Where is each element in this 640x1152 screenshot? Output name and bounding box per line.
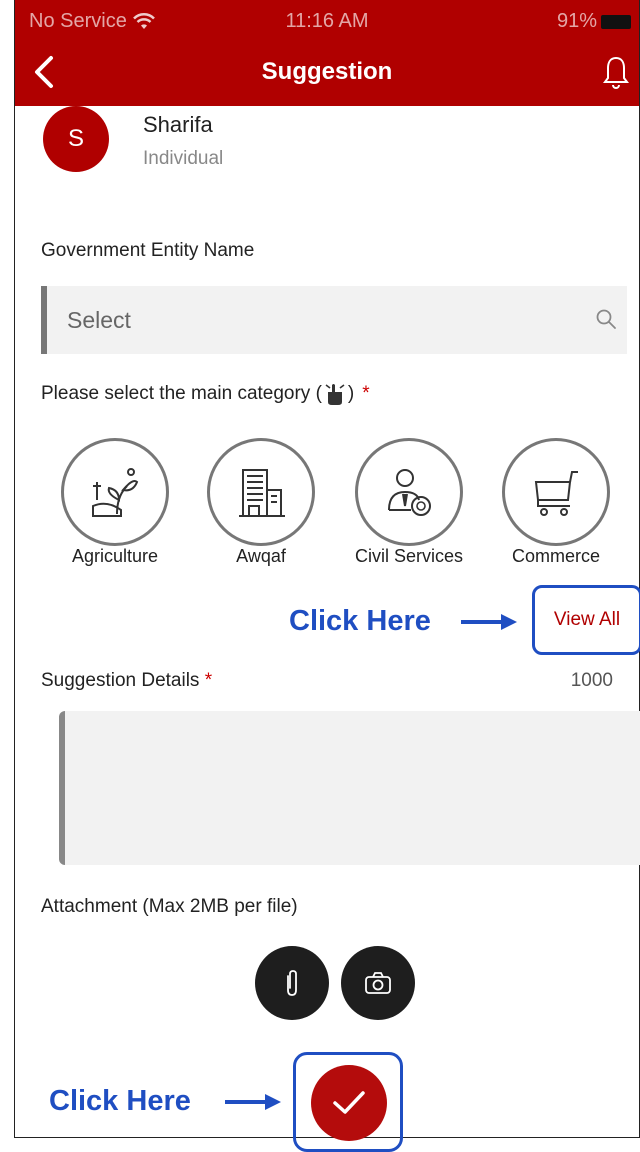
civil-servant-icon bbox=[388, 469, 431, 516]
category-required-mark: * bbox=[362, 383, 370, 404]
paperclip-icon bbox=[287, 970, 297, 996]
entity-select[interactable]: Select bbox=[41, 286, 627, 354]
bell-icon[interactable] bbox=[601, 52, 631, 92]
category-commerce[interactable]: Commerce bbox=[502, 438, 610, 566]
category-commerce-circle bbox=[502, 438, 610, 546]
tap-hand-icon bbox=[325, 384, 345, 405]
click-here-annotation-submit: Click Here bbox=[49, 1085, 191, 1117]
entity-select-value: Select bbox=[67, 306, 131, 333]
submit-button[interactable] bbox=[311, 1065, 387, 1141]
view-all-link[interactable]: View All bbox=[554, 609, 620, 631]
category-awqaf-circle bbox=[207, 438, 315, 546]
category-civil-services-label: Civil Services bbox=[354, 546, 464, 566]
battery-text: 91% bbox=[556, 10, 597, 32]
status-bar: No Service 11:16 AM 91% bbox=[15, 10, 639, 36]
click-here-annotation-view-all: Click Here bbox=[289, 605, 431, 637]
cart-icon bbox=[534, 471, 578, 516]
entity-label: Government Entity Name bbox=[41, 240, 255, 261]
category-label-end: ) bbox=[347, 383, 355, 404]
suggestion-details-input[interactable] bbox=[59, 711, 640, 865]
camera-button[interactable] bbox=[341, 946, 415, 1020]
category-civil-services[interactable]: Civil Services bbox=[355, 438, 463, 566]
details-required-mark: * bbox=[204, 670, 213, 691]
user-type: Individual bbox=[143, 148, 224, 169]
category-awqaf[interactable]: Awqaf bbox=[207, 438, 315, 566]
checkmark-icon bbox=[333, 1091, 365, 1114]
page-title: Suggestion bbox=[261, 58, 393, 85]
category-commerce-label: Commerce bbox=[511, 546, 600, 566]
category-civil-services-circle bbox=[355, 438, 463, 546]
arrow-right-icon bbox=[225, 1094, 281, 1110]
camera-icon bbox=[365, 972, 391, 994]
category-label: Please select the main category ( ) * bbox=[41, 382, 370, 406]
battery-icon bbox=[601, 14, 631, 29]
character-counter: 1000 bbox=[570, 670, 613, 691]
app-bar: No Service 11:16 AM 91% Suggestion bbox=[15, 0, 639, 106]
phone-screen: No Service 11:16 AM 91% Suggestion S Sha… bbox=[14, 0, 640, 1152]
category-awqaf-label: Awqaf bbox=[236, 546, 286, 566]
attach-file-button[interactable] bbox=[255, 946, 329, 1020]
agriculture-icon bbox=[92, 468, 139, 517]
attachment-label: Attachment (Max 2MB per file) bbox=[41, 896, 298, 917]
category-label-text: Please select the main category ( bbox=[41, 383, 322, 404]
status-time: 11:16 AM bbox=[285, 10, 369, 32]
category-agriculture-label: Agriculture bbox=[71, 546, 159, 566]
search-icon bbox=[596, 309, 616, 329]
view-all-highlight: View All bbox=[532, 585, 640, 655]
category-agriculture-circle bbox=[61, 438, 169, 546]
details-label: Suggestion Details * bbox=[41, 670, 212, 692]
avatar: S bbox=[43, 106, 109, 172]
status-right: 91% bbox=[557, 10, 631, 33]
building-icon bbox=[239, 469, 285, 517]
user-name: Sharifa bbox=[143, 112, 213, 137]
category-agriculture[interactable]: Agriculture bbox=[61, 438, 169, 566]
arrow-right-icon bbox=[461, 614, 517, 630]
details-label-text: Suggestion Details bbox=[41, 670, 200, 691]
